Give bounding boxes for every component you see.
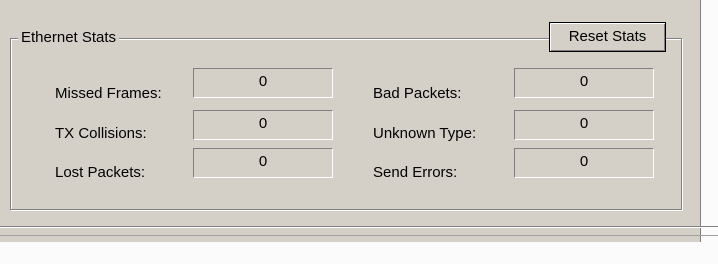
tx-collisions-label: TX Collisions: (55, 125, 147, 142)
reset-stats-button[interactable]: Reset Stats (549, 22, 666, 52)
send-errors-label: Send Errors: (373, 164, 458, 181)
lost-packets-value: 0 (193, 148, 333, 178)
separator-line-lower (0, 235, 718, 236)
unknown-type-value: 0 (514, 110, 654, 140)
bad-packets-value: 0 (514, 68, 654, 98)
missed-frames-value: 0 (193, 68, 333, 98)
groupbox-title: Ethernet Stats (18, 28, 120, 48)
unknown-type-label: Unknown Type: (373, 125, 477, 142)
bad-packets-label: Bad Packets: (373, 85, 462, 102)
tx-collisions-value: 0 (193, 110, 333, 140)
separator-highlight (0, 227, 718, 228)
lost-packets-label: Lost Packets: (55, 164, 146, 181)
send-errors-value: 0 (514, 148, 654, 178)
ethernet-stats-dialog: Ethernet Stats Reset Stats Missed Frames… (0, 0, 701, 242)
missed-frames-label: Missed Frames: (55, 85, 162, 102)
